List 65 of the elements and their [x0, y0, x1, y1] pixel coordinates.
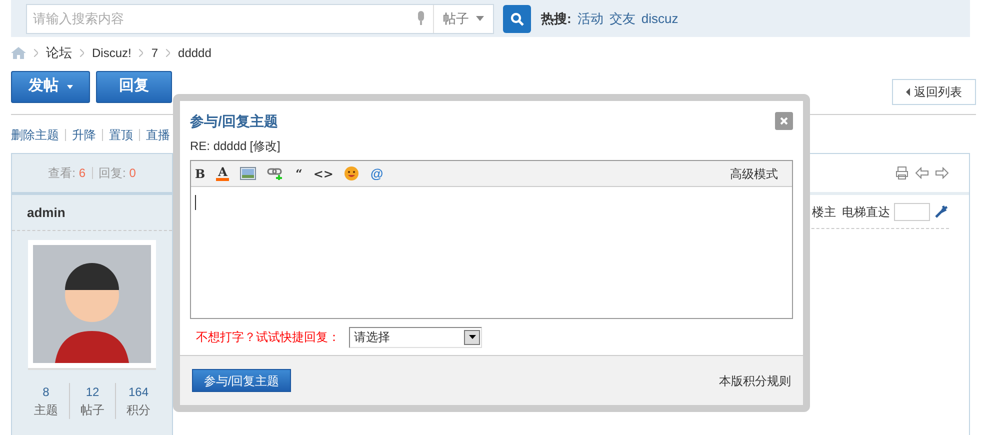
breadcrumb-link[interactable]: 7 [151, 44, 158, 62]
search-icon [510, 12, 524, 26]
right-arrow-icon[interactable] [935, 167, 949, 179]
stat-value[interactable]: 12 [86, 383, 100, 401]
mention-button[interactable]: @ [370, 167, 384, 180]
hot-search-link[interactable]: 活动 [577, 8, 604, 28]
print-icon[interactable] [895, 166, 909, 180]
link-icon[interactable] [267, 167, 284, 180]
hot-search-link[interactable]: 交友 [609, 8, 636, 28]
op-label[interactable]: 楼主 [812, 202, 836, 220]
edit-link[interactable]: [修改] [250, 137, 280, 155]
quick-reply-select[interactable]: 请选择 [349, 326, 482, 348]
hot-search-link[interactable]: discuz [641, 8, 678, 28]
thread-stat: 回复: 0 [98, 165, 136, 182]
reply-subject: RE: ddddd [190, 138, 247, 155]
toolbar-button[interactable]: B [195, 168, 206, 180]
advanced-mode-link[interactable]: 高级模式 [730, 164, 778, 182]
thread-stat: 查看: 6 [48, 165, 86, 182]
hot-search-label: 热搜: [541, 10, 572, 28]
separator-icon [166, 49, 170, 57]
moderation-link[interactable]: 升降 [72, 126, 96, 144]
stat-value[interactable]: 164 [128, 383, 149, 401]
caret-icon [906, 88, 910, 96]
toolbar-button[interactable]: <> [313, 168, 334, 180]
quick-reply-label: 不想打字？试试快捷回复： [196, 329, 340, 346]
microphone-icon[interactable] [416, 11, 426, 26]
back-to-list-button[interactable]: 返回列表 [892, 78, 976, 104]
author-name[interactable]: admin [27, 202, 66, 222]
jump-label: 电梯直达 [842, 204, 890, 220]
separator-icon [139, 49, 144, 57]
go-icon[interactable] [934, 204, 949, 219]
stat-label: 帖子 [80, 402, 104, 419]
breadcrumb-link[interactable]: ddddd [178, 44, 212, 62]
breadcrumb-link[interactable]: 论坛 [46, 43, 72, 63]
separator-icon [34, 49, 38, 57]
stat-value[interactable]: 8 [42, 383, 50, 401]
stat-label: 积分 [126, 402, 150, 419]
new-post-button[interactable]: 发帖 [11, 70, 90, 102]
search-field[interactable]: 请输入搜索内容 帖子 [26, 4, 494, 34]
caret-icon [66, 84, 72, 88]
stat-label: 主题 [34, 402, 58, 419]
submit-button[interactable]: 参与/回复主题 [192, 369, 291, 392]
moderation-link[interactable]: 删除主题 [11, 126, 59, 144]
moderation-link[interactable]: 置顶 [109, 126, 133, 144]
floor-input[interactable] [894, 202, 930, 220]
search-input[interactable]: 请输入搜索内容 [27, 4, 416, 32]
toolbar-button[interactable]: “ [295, 168, 302, 180]
image-icon[interactable] [240, 167, 256, 180]
reply-button[interactable]: 回复 [96, 70, 172, 102]
dialog-title: 参与/回复主题 [190, 112, 278, 130]
emoji-icon[interactable] [344, 166, 360, 181]
rules-link[interactable]: 本版积分规则 [719, 372, 791, 390]
close-button[interactable] [775, 112, 793, 130]
font-color-button[interactable]: A [216, 166, 230, 181]
separator-icon [80, 49, 84, 57]
moderation-link[interactable]: 直播 [146, 126, 170, 144]
caret-icon [476, 16, 484, 21]
dropdown-icon [464, 330, 480, 344]
close-icon [780, 117, 788, 125]
breadcrumb-link[interactable]: Discuz! [92, 44, 132, 62]
left-arrow-icon[interactable] [915, 167, 929, 179]
search-type-select[interactable]: 帖子 [433, 4, 493, 32]
avatar-icon[interactable] [33, 245, 151, 363]
reply-editor[interactable]: B A “ <> @ 高级模式 [190, 160, 793, 319]
search-button[interactable] [503, 4, 531, 32]
